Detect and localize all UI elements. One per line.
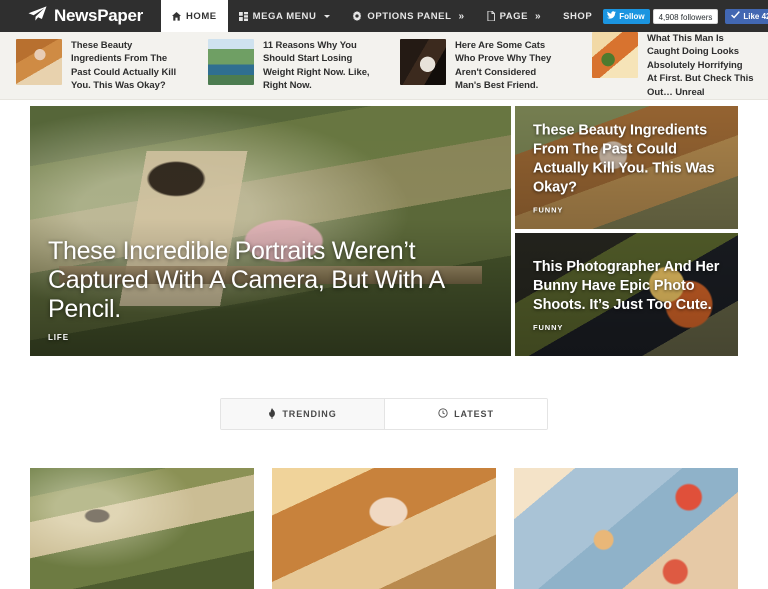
clock-icon — [438, 408, 448, 420]
ticker-title: 11 Reasons Why You Should Start Losing W… — [263, 39, 370, 92]
ticker-title: Here Are Some Cats Who Prove Why They Ar… — [455, 39, 552, 92]
hero-side-overlay-1: These Beauty Ingredients From The Past C… — [533, 121, 724, 214]
ticker-thumbnail — [208, 38, 254, 85]
nav-item-page[interactable]: PAGE » — [476, 0, 553, 32]
tab-label-latest: LATEST — [454, 409, 494, 419]
twitter-follow-button[interactable]: Follow — [603, 8, 650, 24]
article-card[interactable] — [514, 468, 738, 589]
double-chevron-right-icon: » — [458, 10, 465, 22]
nav-label-options-panel: OPTIONS PANEL — [367, 10, 452, 22]
facebook-like-button[interactable]: Like 42K — [725, 8, 768, 24]
hero-main-overlay: These Incredible Portraits Weren’t Captu… — [48, 237, 493, 342]
content-tabs-row: TRENDING LATEST — [0, 356, 768, 430]
hero-side-story-2[interactable]: This Photographer And Her Bunny Have Epi… — [515, 233, 738, 356]
ticker-title: What This Man Is Caught Doing Looks Abso… — [647, 32, 754, 98]
ticker-title: These Beauty Ingredients From The Past C… — [71, 39, 177, 92]
tab-latest[interactable]: LATEST — [384, 399, 547, 429]
tab-trending[interactable]: TRENDING — [221, 399, 384, 429]
article-card-image — [514, 468, 738, 589]
article-card-grid — [0, 430, 768, 589]
home-icon — [171, 11, 181, 21]
hero-side-category-1[interactable]: FUNNY — [533, 205, 724, 214]
main-menu: HOME MEGA MENU OPTIONS PANEL » PAGE » SH… — [160, 0, 603, 32]
paper-plane-icon — [28, 6, 47, 26]
featured-hero-section: These Incredible Portraits Weren’t Captu… — [0, 100, 768, 356]
social-widgets: Follow 4,908 followers Like 42K — [603, 0, 768, 32]
twitter-bird-icon — [607, 11, 617, 21]
hero-side-story-1[interactable]: These Beauty Ingredients From The Past C… — [515, 106, 738, 229]
hero-main-category[interactable]: LIFE — [48, 333, 493, 342]
hero-side-overlay-2: This Photographer And Her Bunny Have Epi… — [533, 258, 724, 332]
double-chevron-right-icon: » — [534, 10, 542, 22]
chevron-down-icon — [324, 14, 331, 18]
nav-item-home[interactable]: HOME — [160, 0, 228, 32]
ticker-item[interactable]: Here Are Some Cats Who Prove Why They Ar… — [384, 38, 576, 93]
ticker-thumbnail — [400, 38, 446, 85]
site-logo[interactable]: NewsPaper — [0, 0, 161, 32]
hero-side-title-1: These Beauty Ingredients From The Past C… — [533, 122, 715, 195]
nav-item-mega-menu[interactable]: MEGA MENU — [228, 0, 342, 32]
check-icon — [731, 11, 741, 21]
content-tabs: TRENDING LATEST — [220, 398, 548, 430]
twitter-follower-count[interactable]: 4,908 followers — [652, 8, 719, 24]
hero-side-title-2: This Photographer And Her Bunny Have Epi… — [533, 258, 720, 313]
ticker-thumbnail — [592, 31, 638, 78]
article-card-image — [30, 468, 254, 589]
ticker-item[interactable]: These Beauty Ingredients From The Past C… — [0, 38, 192, 93]
facebook-like-label: Like 42K — [743, 11, 768, 21]
nav-label-page: PAGE — [499, 10, 528, 22]
article-card[interactable] — [272, 468, 496, 589]
file-icon — [487, 11, 495, 21]
tab-label-trending: TRENDING — [282, 409, 337, 419]
article-card[interactable] — [30, 468, 254, 589]
hero-main-title: These Incredible Portraits Weren’t Captu… — [48, 237, 444, 323]
top-navigation-bar: NewsPaper HOME MEGA MENU OPTIONS PANEL »… — [0, 0, 768, 32]
grid-icon — [238, 11, 248, 21]
nav-label-mega-menu: MEGA MENU — [252, 10, 317, 22]
nav-label-shop: SHOP — [563, 10, 593, 22]
hero-main-story[interactable]: These Incredible Portraits Weren’t Captu… — [30, 106, 511, 356]
hero-side-column: These Beauty Ingredients From The Past C… — [515, 106, 738, 356]
hero-side-category-2[interactable]: FUNNY — [533, 323, 724, 332]
gear-icon — [352, 11, 362, 21]
site-title: NewsPaper — [54, 6, 143, 25]
nav-label-home: HOME — [185, 10, 217, 22]
flame-icon — [268, 407, 276, 421]
news-ticker-bar: These Beauty Ingredients From The Past C… — [0, 31, 768, 100]
nav-item-options-panel[interactable]: OPTIONS PANEL » — [341, 0, 475, 32]
ticker-item[interactable]: 11 Reasons Why You Should Start Losing W… — [192, 38, 384, 93]
article-card-image — [272, 468, 496, 589]
ticker-thumbnail — [16, 38, 62, 85]
twitter-follow-label: Follow — [619, 11, 645, 21]
nav-item-shop[interactable]: SHOP — [552, 0, 603, 32]
ticker-item[interactable]: What This Man Is Caught Doing Looks Abso… — [576, 31, 768, 100]
